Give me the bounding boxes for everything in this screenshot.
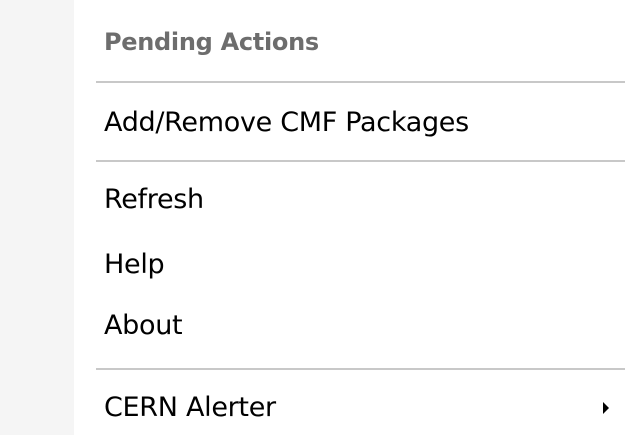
- menu-item-about[interactable]: About: [104, 306, 625, 346]
- menu-panel: Pending Actions Add/Remove CMF Packages …: [74, 0, 625, 435]
- menu-item-pending-actions: Pending Actions: [104, 28, 319, 56]
- menu-item-refresh[interactable]: Refresh: [104, 180, 625, 220]
- menu-separator: [96, 368, 625, 370]
- context-menu: Pending Actions Add/Remove CMF Packages …: [0, 0, 625, 435]
- submenu-arrow-icon: [603, 402, 609, 414]
- menu-item-cern-alerter[interactable]: CERN Alerter: [104, 388, 625, 428]
- menu-separator: [96, 160, 625, 162]
- menu-item-cern-alerter-label: CERN Alerter: [104, 392, 276, 423]
- menu-item-help[interactable]: Help: [104, 245, 625, 285]
- menu-item-add-remove-cmf-packages[interactable]: Add/Remove CMF Packages: [104, 103, 625, 143]
- menu-separator: [96, 81, 625, 83]
